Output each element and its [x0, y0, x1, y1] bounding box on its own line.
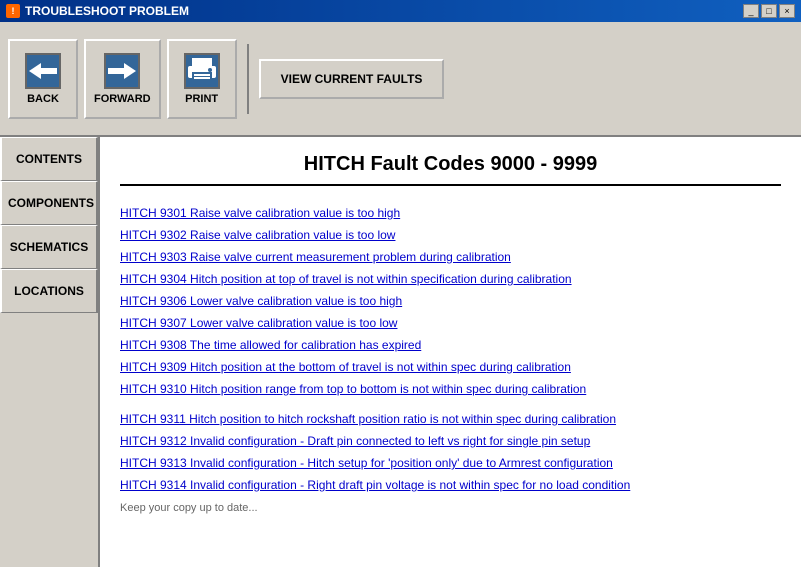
sidebar-item-contents[interactable]: CONTENTS	[0, 137, 98, 181]
fault-link-9314[interactable]: HITCH 9314 Invalid configuration - Right…	[120, 476, 781, 494]
forward-icon	[104, 53, 140, 89]
sidebar-item-locations[interactable]: LOCATIONS	[0, 269, 98, 313]
forward-button[interactable]: FORWARD	[84, 39, 161, 119]
content-area[interactable]: HITCH Fault Codes 9000 - 9999 HITCH 9301…	[100, 137, 801, 567]
fault-link-9312[interactable]: HITCH 9312 Invalid configuration - Draft…	[120, 432, 781, 450]
maximize-button[interactable]: □	[761, 4, 777, 18]
print-button[interactable]: PRINT	[167, 39, 237, 119]
toolbar: BACK FORWARD PRINT VIEW CURRENT FAULTS	[0, 22, 801, 137]
sidebar-item-schematics[interactable]: SCHEMATICS	[0, 225, 98, 269]
window-controls[interactable]: _ □ ×	[743, 4, 795, 18]
fault-link-9301[interactable]: HITCH 9301 Raise valve calibration value…	[120, 204, 781, 222]
fault-link-9307[interactable]: HITCH 9307 Lower valve calibration value…	[120, 314, 781, 332]
fault-link-9302[interactable]: HITCH 9302 Raise valve calibration value…	[120, 226, 781, 244]
fault-link-9303[interactable]: HITCH 9303 Raise valve current measureme…	[120, 248, 781, 266]
fault-link-9313[interactable]: HITCH 9313 Invalid configuration - Hitch…	[120, 454, 781, 472]
print-icon	[184, 53, 220, 89]
fault-link-9306[interactable]: HITCH 9306 Lower valve calibration value…	[120, 292, 781, 310]
back-button[interactable]: BACK	[8, 39, 78, 119]
print-label: PRINT	[185, 93, 218, 105]
title-bar: ! TROUBLESHOOT PROBLEM _ □ ×	[0, 0, 801, 22]
fault-link-9310[interactable]: HITCH 9310 Hitch position range from top…	[120, 380, 781, 398]
close-button[interactable]: ×	[779, 4, 795, 18]
app-icon: !	[6, 4, 20, 18]
fault-link-9309[interactable]: HITCH 9309 Hitch position at the bottom …	[120, 358, 781, 376]
bottom-note: Keep your copy up to date...	[120, 502, 781, 514]
sidebar-item-components[interactable]: COMPONENTS	[0, 181, 98, 225]
fault-link-9304[interactable]: HITCH 9304 Hitch position at top of trav…	[120, 270, 781, 288]
sidebar: CONTENTS COMPONENTS SCHEMATICS LOCATIONS	[0, 137, 100, 567]
fault-links-group: HITCH 9301 Raise valve calibration value…	[120, 204, 781, 494]
forward-label: FORWARD	[94, 93, 151, 105]
view-faults-button[interactable]: VIEW CURRENT FAULTS	[259, 59, 445, 99]
minimize-button[interactable]: _	[743, 4, 759, 18]
toolbar-separator	[247, 44, 249, 114]
content-title: HITCH Fault Codes 9000 - 9999	[120, 153, 781, 186]
back-icon	[25, 53, 61, 89]
main-container: CONTENTS COMPONENTS SCHEMATICS LOCATIONS…	[0, 137, 801, 567]
fault-link-9308[interactable]: HITCH 9308 The time allowed for calibrat…	[120, 336, 781, 354]
back-label: BACK	[27, 93, 59, 105]
fault-link-9311[interactable]: HITCH 9311 Hitch position to hitch rocks…	[120, 410, 781, 428]
title-text: TROUBLESHOOT PROBLEM	[25, 4, 189, 18]
